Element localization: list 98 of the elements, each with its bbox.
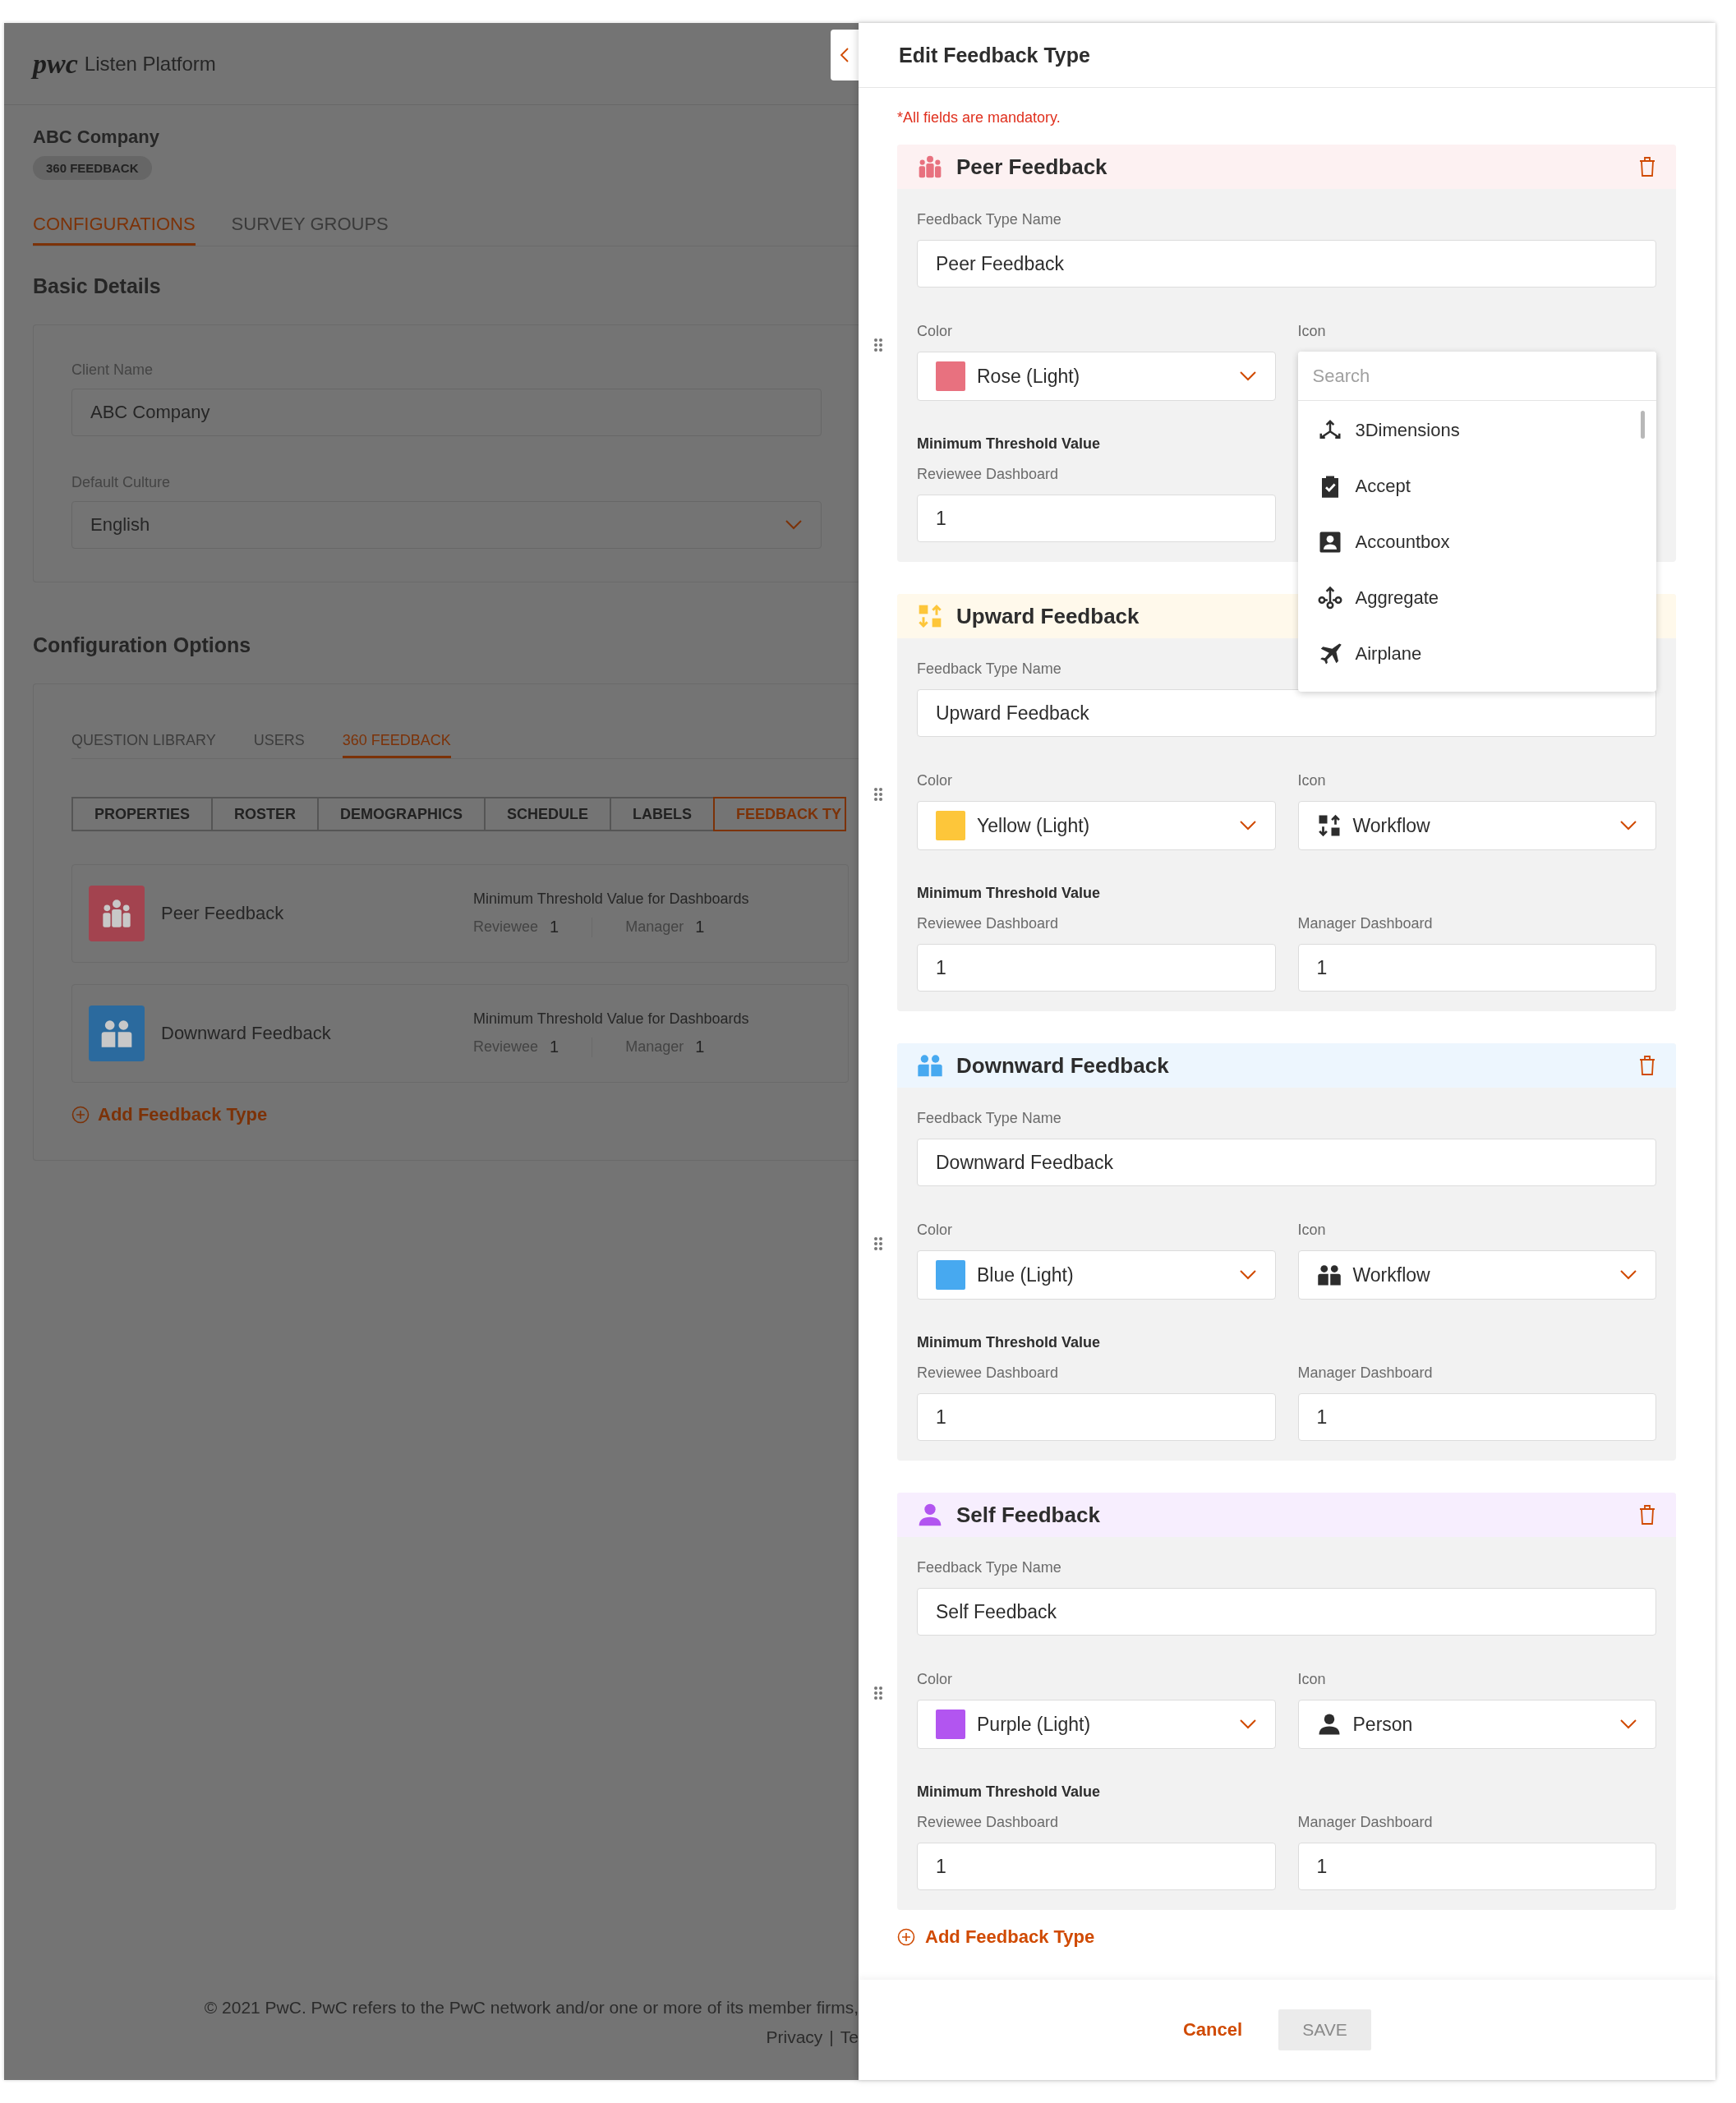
field-label: Color	[917, 1221, 953, 1239]
people-group-icon	[100, 897, 133, 930]
threshold-field[interactable]: 1	[917, 1843, 1276, 1890]
delete-icon[interactable]	[1638, 1055, 1656, 1076]
survey-type-chip: 360 FEEDBACK	[33, 156, 152, 180]
icon-option[interactable]: Airplane	[1297, 626, 1656, 682]
color-select[interactable]: Blue (Light)	[917, 1250, 1276, 1300]
delete-icon[interactable]	[1638, 1504, 1656, 1525]
threshold-heading: Minimum Threshold Value	[917, 435, 1102, 453]
chevron-down-icon	[1238, 1719, 1257, 1730]
field-label: Reviewee Dashboard	[917, 1364, 1060, 1382]
drag-handle-icon[interactable]	[873, 1686, 883, 1700]
copyright-text: © 2021 PwC. PwC refers to the PwC network and/or one or more of its member firms,	[204, 1998, 859, 2018]
threshold-heading: Minimum Threshold Value	[917, 1783, 1102, 1801]
field-label: Manager Dashboard	[1297, 1364, 1434, 1382]
chevron-down-icon	[1238, 1269, 1257, 1281]
field-label: Icon	[1297, 322, 1327, 340]
threshold-heading: Minimum Threshold Value for Dashboards	[473, 1010, 749, 1028]
chevron-down-icon	[785, 519, 803, 531]
mandatory-note: *All fields are mandatory.	[897, 109, 1061, 127]
two-people-icon	[917, 1052, 943, 1079]
swap-arrows-icon	[1316, 813, 1342, 838]
link-separator: |	[829, 2027, 834, 2047]
two-people-icon	[1316, 1263, 1342, 1287]
plus-circle-icon	[71, 1106, 90, 1124]
section-heading: Configuration Options	[33, 633, 252, 657]
feedback-type-name: Downward Feedback	[161, 1023, 332, 1044]
plus-circle-icon	[897, 1928, 915, 1946]
icon-option[interactable]: Aggregate	[1297, 570, 1656, 626]
field-label: Feedback Type Name	[917, 1109, 1062, 1127]
name-field[interactable]: Self Feedback	[917, 1588, 1656, 1636]
name-field[interactable]: Upward Feedback	[917, 689, 1656, 737]
field-label: Icon	[1297, 771, 1327, 789]
color-select[interactable]: Purple (Light)	[917, 1700, 1276, 1749]
icon-option[interactable]: 3Dimensions	[1297, 403, 1656, 458]
threshold-field[interactable]: 1	[1297, 944, 1656, 992]
icon-select[interactable]: Workflow	[1297, 801, 1656, 850]
chevron-down-icon	[1619, 1719, 1637, 1730]
color-select[interactable]: Yellow (Light)	[917, 801, 1276, 850]
chevron-down-icon	[1619, 820, 1637, 831]
people-group-icon	[917, 154, 943, 180]
field-label: Feedback Type Name	[917, 660, 1062, 678]
threshold-value: 1	[550, 1038, 559, 1056]
app-title: Listen Platform	[84, 52, 216, 76]
search-field[interactable]: Search	[1297, 352, 1656, 401]
card-title: Downward Feedback	[956, 1052, 1170, 1079]
section-heading: Basic Details	[33, 274, 162, 298]
field-label: Reviewee Dashboard	[917, 465, 1060, 483]
threshold-field[interactable]: 1	[917, 1393, 1276, 1441]
threshold-field[interactable]: 1	[917, 944, 1276, 992]
drag-handle-icon[interactable]	[873, 1236, 883, 1251]
threshold-value: 1	[695, 918, 705, 936]
field-label: Manager Dashboard	[1297, 914, 1434, 932]
threshold-field[interactable]: 1	[917, 495, 1276, 542]
person-icon	[917, 1502, 943, 1528]
name-field[interactable]: Downward Feedback	[917, 1139, 1656, 1186]
field-label: Manager Dashboard	[1297, 1813, 1434, 1831]
chevron-left-icon	[840, 47, 850, 63]
chevron-down-icon	[1238, 820, 1257, 831]
drag-handle-icon[interactable]	[873, 338, 883, 352]
swap-arrows-icon	[917, 603, 943, 629]
name-field[interactable]: Peer Feedback	[917, 240, 1656, 288]
icon-option[interactable]: Accept	[1297, 458, 1656, 514]
field-label: Color	[917, 771, 953, 789]
field-label: Reviewee Dashboard	[917, 914, 1060, 932]
threshold-field[interactable]: 1	[1297, 1393, 1656, 1441]
field-label: Feedback Type Name	[917, 210, 1062, 228]
threshold-value: 1	[695, 1038, 705, 1056]
icon-select[interactable]: Workflow	[1297, 1250, 1656, 1300]
threshold-heading: Minimum Threshold Value	[917, 1334, 1102, 1351]
drawer-title: Edit Feedback Type	[899, 43, 1090, 67]
card-title: Upward Feedback	[956, 603, 1140, 629]
threshold-heading: Minimum Threshold Value	[917, 885, 1102, 902]
delete-icon[interactable]	[1638, 156, 1656, 177]
field-label: Feedback Type Name	[917, 1558, 1062, 1576]
threshold-value: 1	[550, 918, 559, 936]
feedback-type-name: Peer Feedback	[161, 903, 285, 924]
collapse-button[interactable]	[831, 30, 859, 81]
icon-option[interactable]: Accountbox	[1297, 514, 1656, 570]
color-select[interactable]: Rose (Light)	[917, 352, 1276, 401]
threshold-heading: Minimum Threshold Value for Dashboards	[473, 890, 749, 908]
field-label: Icon	[1297, 1221, 1327, 1239]
chevron-down-icon	[1619, 1269, 1637, 1281]
chevron-down-icon	[1238, 370, 1257, 382]
icon-select[interactable]: Person	[1297, 1700, 1656, 1749]
person-icon	[1316, 1712, 1342, 1737]
field-label: Icon	[1297, 1670, 1327, 1688]
cancel-button[interactable]: Cancel	[1177, 2018, 1248, 2041]
drag-handle-icon[interactable]	[873, 787, 883, 802]
card-title: Peer Feedback	[956, 154, 1108, 180]
threshold-field[interactable]: 1	[1297, 1843, 1656, 1890]
field-label: Color	[917, 1670, 953, 1688]
add-feedback-type-link[interactable]: Add Feedback Type	[925, 1926, 1095, 1948]
field-label: Reviewee Dashboard	[917, 1813, 1060, 1831]
field-label: Color	[917, 322, 953, 340]
company-name: ABC Company	[33, 127, 160, 148]
nodes-icon	[1317, 586, 1342, 610]
card-title: Self Feedback	[956, 1502, 1101, 1528]
